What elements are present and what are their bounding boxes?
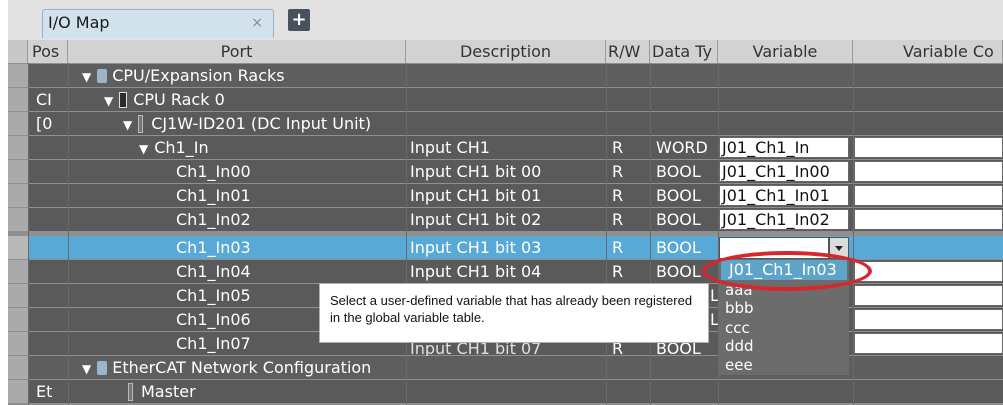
header-data-type[interactable]: Data Ty xyxy=(650,40,718,63)
tab-io-map[interactable]: I/O Map × xyxy=(42,9,274,38)
collapse-icon[interactable]: ▼ xyxy=(82,358,91,379)
variable-field[interactable]: J01_Ch1_In02 xyxy=(719,209,849,230)
dropdown-option[interactable]: ddd xyxy=(725,339,754,354)
add-tab-icon[interactable]: + xyxy=(288,9,310,31)
row-description: Input CH1 bit 03 xyxy=(410,238,542,257)
row-description: Input CH1 bit 04 xyxy=(410,262,542,281)
tab-title: I/O Map xyxy=(48,13,110,32)
row-pos: [0 xyxy=(36,114,53,133)
row-data-type: BOOL xyxy=(656,162,701,181)
variable-comment-field[interactable] xyxy=(854,285,1003,306)
row-port: Ch1_In01 xyxy=(176,186,251,205)
row-pos: CI xyxy=(36,90,52,109)
dropdown-option[interactable]: ccc xyxy=(725,321,750,336)
dropdown-option[interactable]: eee xyxy=(725,358,753,373)
row-description: Input CH1 bit 02 xyxy=(410,210,542,229)
io-map-window: I/O Map × + Pos Port Description R/W Dat… xyxy=(8,0,1003,405)
variable-comment-field[interactable] xyxy=(854,333,1003,354)
highlight-ring xyxy=(702,251,872,291)
row-rw: R xyxy=(612,210,624,229)
header-port[interactable]: Port xyxy=(68,40,406,63)
variable-field[interactable]: J01_Ch1_In xyxy=(719,137,849,158)
row-data-type: BOOL xyxy=(656,262,701,281)
variable-comment-field[interactable] xyxy=(854,209,1003,230)
row-rw: R xyxy=(612,262,624,281)
header-variable-comment[interactable]: Variable Co xyxy=(853,40,1003,63)
row-port: ▼ CPU/Expansion Racks xyxy=(82,64,285,87)
variable-comment-field[interactable] xyxy=(854,309,1003,330)
row-port: Ch1_In03 xyxy=(176,238,251,257)
unit-icon xyxy=(138,115,144,133)
unit-icon xyxy=(128,383,133,401)
collapse-icon[interactable]: ▼ xyxy=(104,90,113,111)
row-port: Ch1_In06 xyxy=(176,310,251,329)
row-port: ▼ CPU Rack 0 xyxy=(104,88,225,111)
variable-comment-field[interactable] xyxy=(854,161,1003,182)
variable-comment-field[interactable] xyxy=(854,185,1003,206)
row-rw: R xyxy=(612,162,624,181)
variable-field[interactable]: J01_Ch1_In00 xyxy=(719,161,849,182)
row-description: Input CH1 xyxy=(410,138,490,157)
row-description: Input CH1 bit 01 xyxy=(410,186,542,205)
row-data-type: WORD xyxy=(656,138,708,157)
variable-field[interactable]: J01_Ch1_In01 xyxy=(719,185,849,206)
rack-icon xyxy=(119,92,128,108)
row-description: Input CH1 bit 00 xyxy=(410,162,542,181)
row-rw: R xyxy=(612,138,624,157)
row-port: Master xyxy=(128,380,196,403)
tab-bar: I/O Map × + xyxy=(8,0,1003,40)
row-port: ▼ CJ1W-ID201 (DC Input Unit) xyxy=(123,112,371,135)
header-variable[interactable]: Variable xyxy=(718,40,853,63)
row-port: Ch1_In07 xyxy=(176,334,251,353)
row-port: Ch1_In05 xyxy=(176,286,251,305)
collapse-icon[interactable]: ▼ xyxy=(82,66,91,87)
row-data-type: BOOL xyxy=(656,210,701,229)
row-pos: Et xyxy=(36,382,53,401)
header-description[interactable]: Description xyxy=(406,40,606,63)
row-port: ▼ Ch1_In xyxy=(139,136,209,159)
collapse-icon[interactable]: ▼ xyxy=(139,138,148,159)
callout-note: Select a user-defined variable that has … xyxy=(319,283,709,343)
collapse-icon[interactable]: ▼ xyxy=(123,114,132,135)
row-rw: R xyxy=(612,186,624,205)
network-icon xyxy=(97,69,108,83)
header-gutter xyxy=(8,40,28,63)
row-port: Ch1_In02 xyxy=(176,210,251,229)
dropdown-option[interactable]: bbb xyxy=(725,301,754,316)
row-port: ▼ EtherCAT Network Configuration xyxy=(82,356,371,379)
close-icon[interactable]: × xyxy=(251,15,263,31)
row-port: Ch1_In00 xyxy=(176,162,251,181)
variable-comment-field[interactable] xyxy=(854,261,1003,282)
row-port: Ch1_In04 xyxy=(176,262,251,281)
row-data-type: BOOL xyxy=(656,186,701,205)
row-rw: R xyxy=(612,238,624,257)
header-pos[interactable]: Pos xyxy=(28,40,68,63)
network-icon xyxy=(97,361,108,375)
row-data-type: BOOL xyxy=(656,238,701,257)
header-rw[interactable]: R/W xyxy=(606,40,650,63)
variable-comment-field[interactable] xyxy=(854,137,1003,158)
